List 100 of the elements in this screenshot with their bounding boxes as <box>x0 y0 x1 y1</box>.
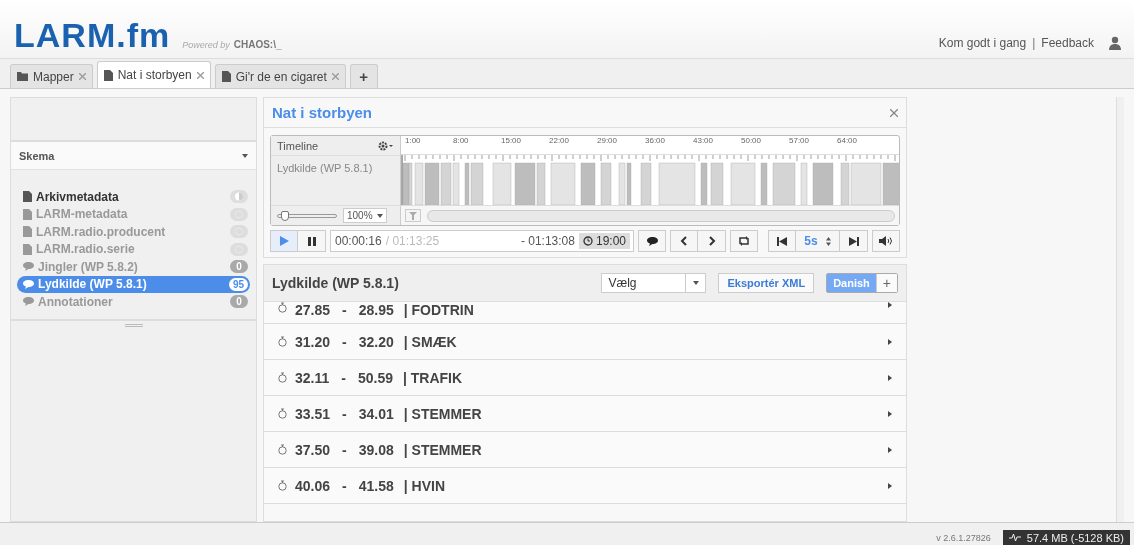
end-time: 39.08 <box>358 441 394 458</box>
count-badge: 0 <box>230 260 248 274</box>
start-time: 27.85 <box>295 302 331 318</box>
up-down-icon <box>825 236 831 246</box>
end-time: 50.59 <box>357 369 393 386</box>
tick-label: 22:00 <box>549 136 570 145</box>
annotation-row[interactable]: 31.20 - 32.20 | SMÆK <box>264 324 906 360</box>
next-button[interactable] <box>698 230 726 252</box>
caret-icon <box>888 446 892 453</box>
start-time: 37.50 <box>295 441 331 458</box>
volume-button[interactable] <box>872 230 900 252</box>
folder-icon <box>17 72 28 81</box>
count-badge: 95 <box>228 277 248 291</box>
resize-handle[interactable] <box>124 323 143 327</box>
comment-button[interactable] <box>638 230 666 252</box>
tab[interactable]: Gi'r de en cigaret <box>214 64 346 88</box>
previous-button[interactable] <box>670 230 698 252</box>
tab-label: Mapper <box>33 69 74 84</box>
tick-label: 50:00 <box>741 136 762 145</box>
stopwatch-icon <box>278 302 287 313</box>
range-dash: - <box>340 369 347 386</box>
close-icon[interactable] <box>890 108 898 117</box>
volume-icon <box>879 236 893 246</box>
sidebar-item[interactable]: Arkivmetadata <box>17 188 250 206</box>
document-icon <box>23 243 32 255</box>
select-dropdown[interactable]: Vælg <box>601 273 707 293</box>
add-tab-button[interactable]: + <box>349 64 378 88</box>
slider-thumb[interactable] <box>280 210 289 221</box>
annotation-row[interactable]: 33.51 - 34.01 | STEMMER <box>264 396 906 432</box>
range-dash: - <box>341 405 348 422</box>
filter-icon <box>409 211 417 220</box>
clock-time: 19:00 <box>578 233 630 249</box>
speech-bubble-icon <box>646 236 658 246</box>
tick-label: 8:00 <box>453 136 469 145</box>
user-icon[interactable] <box>1108 36 1122 50</box>
end-time: 32.20 <box>358 333 394 350</box>
header-link[interactable]: Feedback <box>1041 36 1094 50</box>
stopwatch-icon <box>278 480 287 491</box>
chevron-right-icon <box>707 236 716 246</box>
end-time: 28.95 <box>358 302 394 318</box>
start-time: 33.51 <box>295 405 331 422</box>
skip-back-button[interactable] <box>768 230 796 252</box>
skip-forward-button[interactable] <box>840 230 868 252</box>
annotation-label: | FODTRIN <box>403 302 475 318</box>
caret-icon <box>888 410 892 417</box>
start-time: 40.06 <box>295 477 331 494</box>
annotation-label: | STEMMER <box>403 441 483 458</box>
speech-bubble-icon <box>23 279 34 289</box>
annotation-row[interactable]: 40.06 - 41.58 | HVIN <box>264 468 906 504</box>
stopwatch-icon <box>278 444 287 455</box>
close-icon[interactable] <box>196 71 204 79</box>
annotation-row[interactable]: 37.50 - 39.08 | STEMMER <box>264 432 906 468</box>
tick-label: 57:00 <box>789 136 810 145</box>
speech-bubble-icon <box>23 262 34 272</box>
pause-button[interactable] <box>298 230 326 252</box>
header-link[interactable]: Kom godt i gang <box>938 36 1027 50</box>
caret-icon <box>693 281 699 285</box>
loop-icon <box>738 236 750 246</box>
clock-icon <box>582 236 593 246</box>
schema-dropdown[interactable]: Skema <box>11 142 256 170</box>
annotation-row[interactable]: 32.11 - 50.59 | TRAFIK <box>264 360 906 396</box>
annotation-row[interactable]: 27.85 - 28.95 | FODTRIN <box>264 302 906 324</box>
logo: LARM.fm <box>14 18 171 52</box>
export-xml-button[interactable]: Eksportér XML <box>718 273 815 293</box>
track-label: Lydkilde (WP 5.8.1) <box>277 162 373 174</box>
document-icon <box>103 69 113 81</box>
caret-icon <box>242 153 248 158</box>
caret-icon <box>888 374 892 381</box>
start-time: 31.20 <box>295 333 331 350</box>
tab[interactable]: Mapper <box>10 64 93 88</box>
caret-icon <box>888 482 892 489</box>
start-time: 32.11 <box>295 369 330 386</box>
scroll-bar[interactable] <box>427 209 895 222</box>
scroll-bar[interactable] <box>1116 97 1124 522</box>
close-icon[interactable] <box>331 73 339 80</box>
stopwatch-icon <box>278 372 287 383</box>
caret-icon <box>376 213 383 218</box>
speech-bubble-icon <box>23 297 34 307</box>
position-time: 00:00:16 <box>335 234 382 248</box>
tab[interactable]: Nat i storbyen <box>96 61 211 88</box>
gear-icon[interactable] <box>378 140 394 151</box>
tick-label: 64:00 <box>837 136 858 145</box>
timeline-label: Timeline <box>277 139 319 152</box>
panel-title: Nat i storbyen <box>272 104 373 121</box>
document-icon <box>23 191 32 203</box>
tick-label: 1:00 <box>405 136 421 145</box>
tick-label: 43:00 <box>693 136 714 145</box>
add-button[interactable]: + <box>875 274 897 292</box>
document-icon <box>221 71 231 82</box>
close-icon[interactable] <box>78 73 86 80</box>
zoom-select[interactable]: 100% <box>343 208 387 223</box>
loop-button[interactable] <box>730 230 758 252</box>
stopwatch-icon <box>278 336 287 347</box>
powered-by-text: Powered by <box>182 40 230 50</box>
pulse-icon <box>1008 533 1021 542</box>
range-dash: - <box>341 333 348 350</box>
document-icon <box>23 208 32 220</box>
range-dash: - <box>341 302 348 318</box>
tab-label: Nat i storbyen <box>117 68 192 82</box>
zoom-slider[interactable] <box>277 213 337 218</box>
